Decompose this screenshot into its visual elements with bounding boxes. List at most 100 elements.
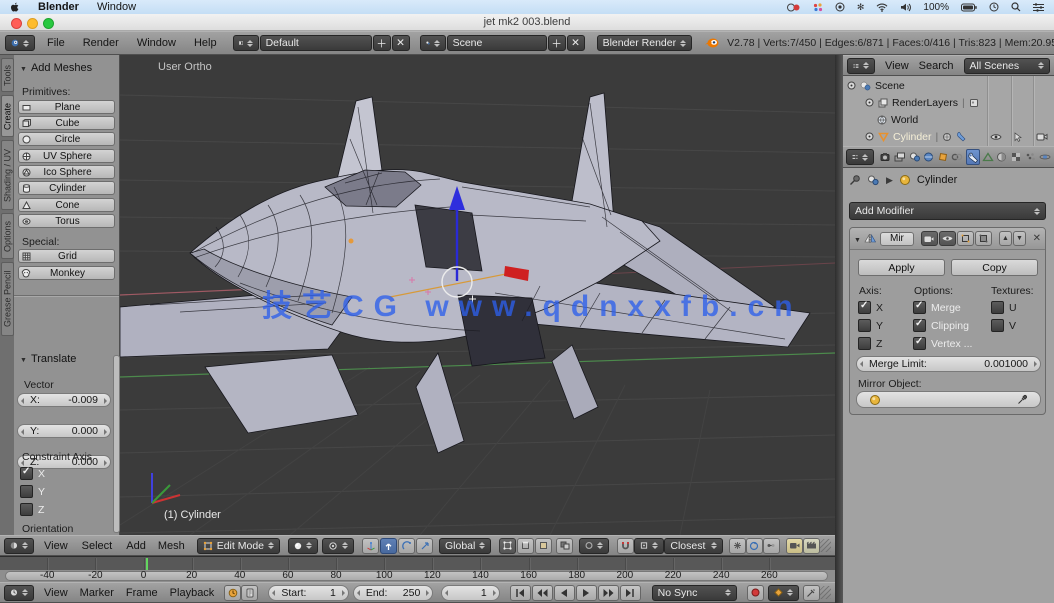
outliner-row-cylinder[interactable]: Cylinder |	[843, 128, 1054, 145]
apply-button[interactable]: Apply	[858, 259, 945, 276]
keying-set-selector[interactable]	[768, 585, 799, 601]
translate-y-field[interactable]: Y:0.000	[17, 424, 111, 438]
jump-to-start-button[interactable]	[510, 585, 531, 601]
viewport-3d[interactable]: User Ortho (1) Cylinder 技艺CG www.qdnxxfb…	[120, 55, 835, 535]
sync-mode-selector[interactable]: No Sync	[652, 585, 737, 601]
scene-icon-button[interactable]	[420, 35, 446, 51]
editor-type-button[interactable]	[5, 35, 35, 51]
tab-world[interactable]	[923, 149, 935, 165]
prev-keyframe-button[interactable]	[532, 585, 553, 601]
menu-file[interactable]: File	[47, 37, 65, 49]
outliner-row-scene[interactable]: Scene	[843, 77, 1054, 94]
texture-v-checkbox[interactable]: V	[991, 319, 1016, 332]
modifier-render-toggle[interactable]	[921, 231, 938, 246]
header-resize-grip[interactable]	[820, 539, 831, 552]
add-cube-button[interactable]: Cube	[18, 116, 115, 130]
frame-lock-button[interactable]	[241, 585, 258, 601]
expand-icon[interactable]	[865, 132, 874, 141]
properties-editor-type-button[interactable]	[846, 149, 874, 165]
add-monkey-button[interactable]: Monkey	[18, 266, 115, 280]
tab-physics[interactable]	[1039, 149, 1051, 165]
tab-scene[interactable]	[909, 149, 921, 165]
add-modifier-dropdown[interactable]: Add Modifier	[849, 202, 1046, 220]
delete-scene-button[interactable]: ✕	[567, 35, 585, 51]
manipulate-center-button[interactable]	[763, 538, 780, 554]
tool-shelf-scrollbar[interactable]	[113, 355, 120, 533]
vertex-select-button[interactable]	[499, 538, 516, 554]
menubar-window-menu[interactable]: Window	[97, 1, 136, 13]
collapse-caret-icon[interactable]	[20, 353, 27, 365]
timeline-menu-view[interactable]: View	[44, 587, 68, 599]
view3d-editor-type-button[interactable]	[4, 538, 34, 554]
jump-to-end-button[interactable]	[620, 585, 641, 601]
outliner-editor-type-button[interactable]	[847, 58, 875, 74]
snap-target-selector[interactable]: Closest	[664, 538, 722, 554]
add-ico-sphere-button[interactable]: Ico Sphere	[18, 165, 115, 179]
add-grid-button[interactable]: Grid	[18, 249, 115, 263]
outliner-row-world[interactable]: World	[843, 111, 1054, 128]
object-context-icon[interactable]	[867, 175, 880, 186]
tab-particles[interactable]	[1024, 149, 1036, 165]
add-plane-button[interactable]: Plane	[18, 100, 115, 114]
add-circle-button[interactable]: Circle	[18, 132, 115, 146]
render-opengl-anim-button[interactable]	[803, 538, 820, 554]
menu-help[interactable]: Help	[194, 37, 217, 49]
tab-grease-pencil[interactable]: Grease Pencil	[1, 262, 14, 336]
tab-render[interactable]	[880, 149, 892, 165]
view3d-menu-view[interactable]: View	[44, 540, 68, 552]
tab-material[interactable]	[996, 149, 1008, 165]
tab-constraints[interactable]	[951, 149, 963, 165]
snap-peel-button[interactable]	[729, 538, 746, 554]
view3d-menu-add[interactable]: Add	[126, 540, 146, 552]
add-scene-button[interactable]: ＋	[548, 35, 566, 51]
end-frame-field[interactable]: End:250	[353, 585, 434, 601]
wifi-icon[interactable]	[876, 3, 888, 12]
menu-window[interactable]: Window	[137, 37, 176, 49]
occlude-geometry-button[interactable]	[556, 538, 573, 554]
tab-tools[interactable]: Tools	[1, 58, 14, 92]
axis-y-checkbox[interactable]: Y	[858, 319, 883, 332]
tab-modifiers[interactable]	[966, 149, 980, 165]
collapse-caret-icon[interactable]	[854, 233, 861, 245]
expand-icon[interactable]	[865, 98, 874, 107]
selectable-cursor-icon[interactable]	[1014, 132, 1022, 142]
clipping-checkbox[interactable]: Clipping	[913, 319, 969, 332]
add-meshes-panel-title[interactable]: Add Meshes	[31, 62, 92, 74]
play-button[interactable]	[576, 585, 597, 601]
add-cylinder-button[interactable]: Cylinder	[18, 181, 115, 195]
snap-self-button[interactable]	[746, 538, 763, 554]
next-keyframe-button[interactable]	[598, 585, 619, 601]
add-layout-button[interactable]: ＋	[373, 35, 391, 51]
outliner-menu-view[interactable]: View	[885, 60, 909, 72]
outliner-menu-search[interactable]: Search	[919, 60, 954, 72]
timeline-menu-frame[interactable]: Frame	[126, 587, 158, 599]
face-select-button[interactable]	[535, 538, 552, 554]
snowflake-icon[interactable]: ✻	[857, 2, 865, 13]
axis-x-checkbox[interactable]: X	[858, 301, 883, 314]
pivot-point-selector[interactable]	[322, 538, 354, 554]
modifier-move-down-button[interactable]: ▼	[1013, 231, 1026, 246]
renderable-camera-icon[interactable]	[1036, 132, 1048, 141]
timeline-editor-type-button[interactable]	[4, 585, 34, 601]
modifier-delete-button[interactable]: ✕	[1033, 233, 1041, 244]
auto-keyframe-record-button[interactable]	[747, 585, 764, 601]
add-torus-button[interactable]: Torus	[18, 214, 115, 228]
apple-menu-icon[interactable]	[10, 2, 20, 13]
render-opengl-button[interactable]	[786, 538, 803, 554]
rotate-manipulator-button[interactable]	[398, 538, 415, 554]
translate-panel-title[interactable]: Translate	[31, 353, 76, 365]
tab-object-data[interactable]	[982, 149, 994, 165]
insert-keyframe-button[interactable]	[803, 585, 820, 601]
transform-orientation-selector[interactable]: Global	[439, 538, 491, 554]
collapse-caret-icon[interactable]	[20, 62, 27, 74]
copy-button[interactable]: Copy	[951, 259, 1038, 276]
constraint-y-checkbox[interactable]: Y	[20, 485, 45, 498]
tab-shading-uv[interactable]: Shading / UV	[1, 140, 14, 210]
menubar-app-menu[interactable]: Blender	[38, 1, 79, 13]
translate-x-field[interactable]: X:-0.009	[17, 393, 111, 407]
outliner-row-renderlayers[interactable]: RenderLayers |	[843, 94, 1054, 111]
pin-icon[interactable]	[849, 174, 861, 186]
snap-element-selector[interactable]	[634, 538, 664, 554]
merge-limit-field[interactable]: Merge Limit:0.001000	[856, 356, 1041, 372]
timeline-menu-marker[interactable]: Marker	[80, 587, 114, 599]
